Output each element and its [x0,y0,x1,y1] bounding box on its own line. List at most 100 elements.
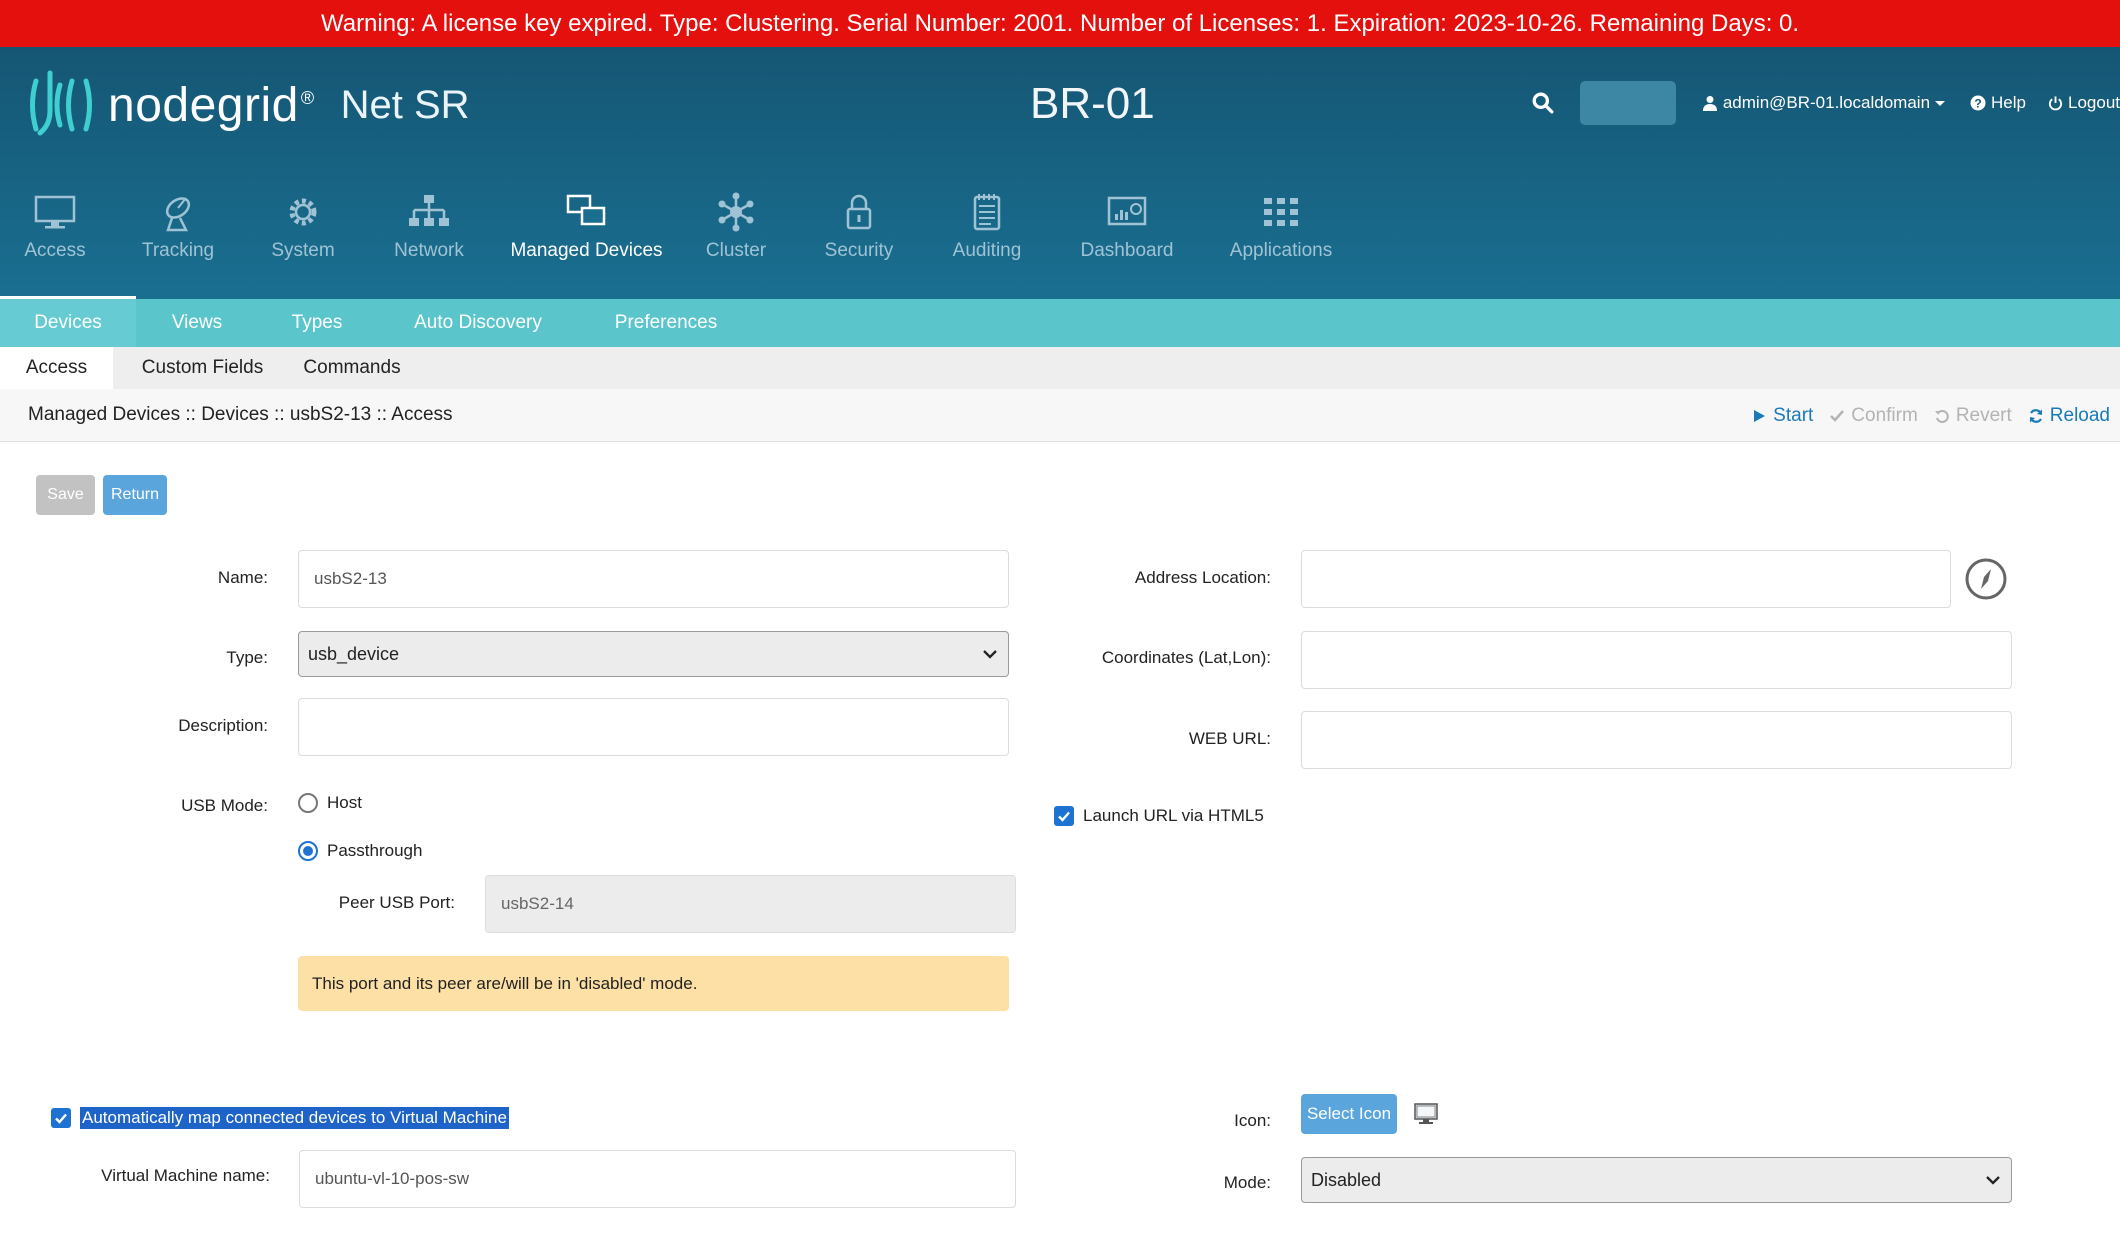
nav-cluster[interactable]: Cluster [675,192,797,302]
brand-logo[interactable]: nodegrid ® Net SR [26,67,470,143]
coordinates-label: Coordinates (Lat,Lon): [1101,648,1271,667]
compass-icon[interactable] [1964,557,2008,601]
sub-navigation: Devices Views Types Auto Discovery Prefe… [0,299,2120,347]
breadcrumb: Managed Devices :: Devices :: usbS2-13 :… [28,404,453,425]
action-links: Start Confirm Revert Reload [1735,389,2110,442]
undo-icon [1934,409,1949,423]
tab-custom-fields[interactable]: Custom Fields [113,347,292,389]
brand-name: nodegrid ® [108,78,315,132]
coordinates-field[interactable] [1301,631,2012,689]
network-tree-icon [409,195,449,226]
start-label: Start [1773,404,1814,426]
svg-text:?: ? [1974,96,1981,110]
tab-access[interactable]: Access [0,347,113,389]
checkbox-checked [51,1108,71,1128]
nav-access-label: Access [24,240,86,261]
help-label: Help [1991,93,2026,112]
user-menu[interactable]: admin@BR-01.localdomain [1702,93,1946,113]
check-icon [1830,409,1845,422]
type-label: Type: [226,648,268,667]
confirm-action[interactable]: Confirm [1829,405,1918,427]
type-select[interactable]: usb_device [298,631,1009,677]
automap-vm-label: Automatically map connected devices to V… [80,1107,509,1129]
power-icon [2048,96,2063,111]
device-monitor-icon [1414,1103,1438,1124]
main-navigation: Access Tracking System Network Managed D… [0,192,1361,302]
nav-dashboard-label: Dashboard [1080,240,1174,261]
nav-auditing[interactable]: Auditing [921,192,1053,302]
nav-security[interactable]: Security [797,192,921,302]
subnav-devices[interactable]: Devices [0,299,136,347]
nav-applications-label: Applications [1229,240,1333,261]
subnav-types[interactable]: Types [258,299,376,347]
nav-managed-devices[interactable]: Managed Devices [498,192,675,302]
automap-vm-checkbox[interactable]: Automatically map connected devices to V… [51,1107,509,1129]
help-link[interactable]: ? Help [1970,93,2026,113]
nav-system-label: System [271,240,335,261]
nav-dashboard[interactable]: Dashboard [1053,192,1201,302]
nav-managed-devices-label: Managed Devices [510,240,663,261]
lock-icon [846,194,872,230]
vm-name-field[interactable]: ubuntu-vl-10-pos-sw [299,1150,1016,1208]
nav-tracking[interactable]: Tracking [110,192,246,302]
mode-select[interactable]: Disabled [1301,1157,2012,1203]
caret-down-icon [1935,101,1946,106]
start-action[interactable]: Start [1751,405,1813,427]
checkmark-icon [55,1113,67,1124]
checkbox-checked [1054,806,1074,826]
save-button[interactable]: Save [36,475,95,515]
launch-html5-checkbox[interactable]: Launch URL via HTML5 [1054,806,1264,826]
subnav-views[interactable]: Views [136,299,258,347]
return-button[interactable]: Return [103,475,167,515]
mode-select-value: Disabled [1311,1169,1382,1190]
web-url-field[interactable] [1301,711,2012,769]
play-icon [1754,409,1766,422]
nav-system[interactable]: System [246,192,360,302]
grid-apps-icon [1264,198,1298,226]
peer-usb-port-field: usbS2-14 [485,875,1016,933]
icon-label: Icon: [1234,1111,1271,1130]
nav-access[interactable]: Access [0,192,110,302]
revert-action[interactable]: Revert [1934,405,2012,427]
disabled-mode-alert: This port and its peer are/will be in 'd… [298,956,1009,1011]
logout-link[interactable]: Logout [2048,93,2120,113]
user-icon [1702,96,1717,111]
name-field[interactable]: usbS2-13 [298,550,1009,608]
select-icon-button[interactable]: Select Icon [1301,1094,1397,1134]
description-field[interactable] [298,698,1009,756]
hostname-title: BR-01 [1030,79,1155,128]
tab-commands[interactable]: Commands [292,347,412,389]
web-url-label: WEB URL: [1188,729,1271,748]
chevron-down-icon [1986,1176,2000,1185]
dashboard-chart-icon [1107,196,1147,226]
passthrough-option-label: Passthrough [327,841,423,860]
user-menu-label: admin@BR-01.localdomain [1722,93,1931,112]
top-toolbar: admin@BR-01.localdomain ? Help Logout [1532,81,2120,125]
usb-mode-passthrough-radio[interactable]: Passthrough [298,841,422,861]
question-circle-icon: ? [1970,95,1986,111]
description-label: Description: [178,716,268,735]
gear-icon [289,198,317,226]
search-icon[interactable] [1532,92,1554,114]
search-input[interactable] [1579,81,1676,125]
address-location-field[interactable] [1301,550,1951,608]
satellite-dish-icon [165,197,191,232]
subnav-preferences[interactable]: Preferences [580,299,752,347]
reload-action[interactable]: Reload [2028,405,2110,427]
radio-button-unchecked [298,793,318,813]
license-warning-banner: Warning: A license key expired. Type: Cl… [0,0,2120,47]
nav-network[interactable]: Network [360,192,498,302]
nav-applications[interactable]: Applications [1201,192,1361,302]
usb-mode-host-radio[interactable]: Host [298,793,362,813]
refresh-icon [2029,408,2042,423]
confirm-label: Confirm [1851,404,1918,426]
radio-button-checked [298,841,318,861]
device-tabs: Access Custom Fields Commands [0,347,2120,389]
subnav-auto-discovery[interactable]: Auto Discovery [376,299,580,347]
nav-tracking-label: Tracking [141,240,215,261]
chevron-down-icon [983,650,997,659]
launch-html5-label: Launch URL via HTML5 [1083,806,1264,825]
vm-name-label: Virtual Machine name: [101,1166,270,1185]
nodegrid-logo-icon [30,70,92,136]
notepad-icon [973,194,1001,231]
